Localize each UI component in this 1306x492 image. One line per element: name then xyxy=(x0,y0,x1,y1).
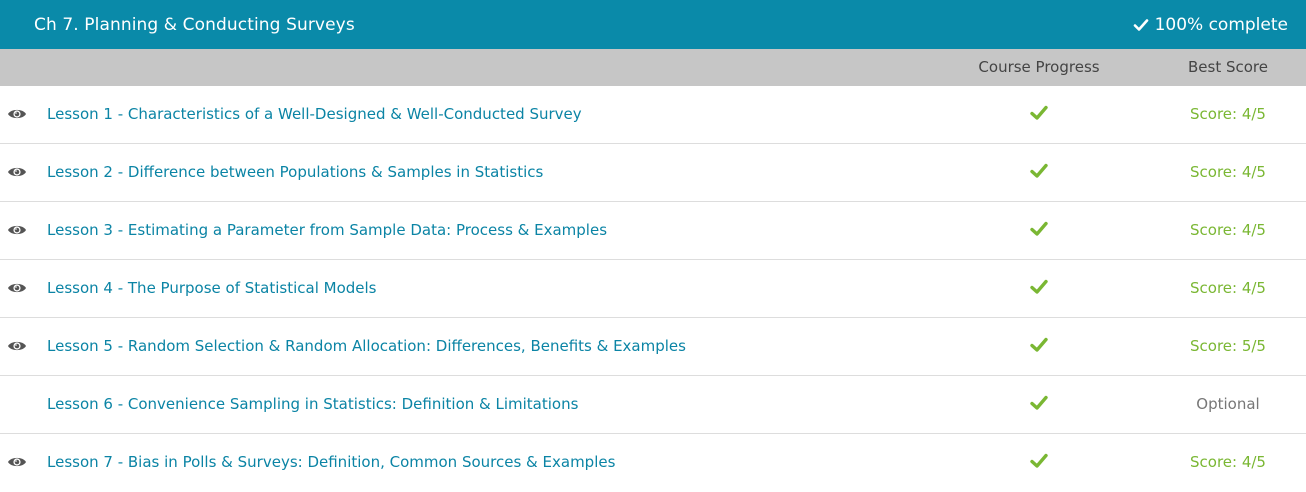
eye-icon xyxy=(8,283,26,293)
check-icon xyxy=(1133,18,1148,31)
completion-text: 100% complete xyxy=(1154,14,1288,35)
completion-status: 100% complete xyxy=(1133,15,1288,35)
lesson-row: Lesson 2 - Difference between Population… xyxy=(0,144,1306,202)
lesson-score: Score: 4/5 xyxy=(1190,221,1266,239)
lesson-score: Score: 4/5 xyxy=(1190,163,1266,181)
lesson-score: Optional xyxy=(1196,395,1260,413)
best-score-header: Best Score xyxy=(1188,58,1268,76)
lesson-score: Score: 4/5 xyxy=(1190,453,1266,471)
lesson-link[interactable]: Lesson 4 - The Purpose of Statistical Mo… xyxy=(47,260,377,317)
lesson-row: Lesson 3 - Estimating a Parameter from S… xyxy=(0,202,1306,260)
lesson-link[interactable]: Lesson 7 - Bias in Polls & Surveys: Defi… xyxy=(47,434,615,491)
eye-icon xyxy=(8,225,26,235)
lesson-link[interactable]: Lesson 6 - Convenience Sampling in Stati… xyxy=(47,376,578,433)
lesson-link[interactable]: Lesson 1 - Characteristics of a Well-Des… xyxy=(47,86,582,143)
lesson-row: Lesson 7 - Bias in Polls & Surveys: Defi… xyxy=(0,434,1306,492)
lesson-link[interactable]: Lesson 5 - Random Selection & Random All… xyxy=(47,318,686,375)
progress-check-icon xyxy=(1030,105,1048,120)
lesson-score: Score: 5/5 xyxy=(1190,337,1266,355)
eye-icon xyxy=(8,109,26,119)
eye-icon xyxy=(8,457,26,467)
progress-check-icon xyxy=(1030,453,1048,468)
lesson-link[interactable]: Lesson 3 - Estimating a Parameter from S… xyxy=(47,202,607,259)
progress-check-icon xyxy=(1030,337,1048,352)
lesson-row: Lesson 6 - Convenience Sampling in Stati… xyxy=(0,376,1306,434)
lesson-score: Score: 4/5 xyxy=(1190,279,1266,297)
lesson-row: Lesson 5 - Random Selection & Random All… xyxy=(0,318,1306,376)
lesson-score: Score: 4/5 xyxy=(1190,105,1266,123)
lesson-row: Lesson 1 - Characteristics of a Well-Des… xyxy=(0,86,1306,144)
eye-icon xyxy=(8,167,26,177)
lesson-row: Lesson 4 - The Purpose of Statistical Mo… xyxy=(0,260,1306,318)
column-header-bar: Course Progress Best Score xyxy=(0,49,1306,86)
progress-check-icon xyxy=(1030,163,1048,178)
chapter-title: Ch 7. Planning & Conducting Surveys xyxy=(34,14,355,35)
progress-check-icon xyxy=(1030,279,1048,294)
lesson-list: Lesson 1 - Characteristics of a Well-Des… xyxy=(0,86,1306,492)
chapter-header: Ch 7. Planning & Conducting Surveys 100%… xyxy=(0,0,1306,49)
course-progress-header: Course Progress xyxy=(978,58,1100,76)
progress-check-icon xyxy=(1030,395,1048,410)
lesson-link[interactable]: Lesson 2 - Difference between Population… xyxy=(47,144,543,201)
eye-icon xyxy=(8,341,26,351)
progress-check-icon xyxy=(1030,221,1048,236)
